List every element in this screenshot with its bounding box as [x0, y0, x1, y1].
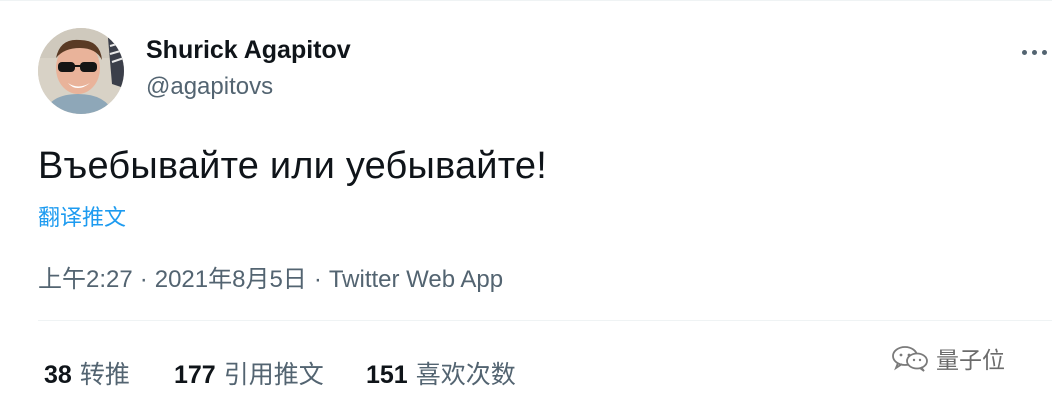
tweet-text: Въебывайте или уебывайте!	[38, 145, 548, 187]
tweet-card: Shurick Agapitov @agapitovs Въебывайте и…	[0, 0, 1052, 404]
quote-tweets-stat[interactable]: 177 引用推文	[174, 355, 324, 391]
tweet-date[interactable]: 2021年8月5日	[155, 266, 307, 293]
more-options-icon	[1042, 49, 1047, 55]
stats-divider	[38, 320, 1052, 321]
author-display-name[interactable]: Shurick Agapitov	[146, 36, 351, 65]
likes-count: 151	[366, 361, 408, 389]
likes-label: 喜欢次数	[415, 361, 516, 389]
tweet-time[interactable]: 上午2:27	[38, 266, 133, 293]
translate-tweet-link[interactable]: 翻译推文	[38, 200, 126, 232]
retweets-count: 38	[44, 361, 72, 389]
watermark: 量子位	[890, 343, 1005, 373]
more-options-icon	[1032, 49, 1037, 55]
quote-tweets-label: 引用推文	[223, 361, 324, 389]
retweets-stat[interactable]: 38 转推	[44, 355, 130, 391]
tweet-source[interactable]: Twitter Web App	[329, 266, 503, 293]
meta-separator: ·	[139, 266, 148, 293]
more-options-button[interactable]	[1022, 40, 1052, 64]
meta-separator: ·	[313, 266, 322, 293]
wechat-logo-icon	[892, 346, 928, 372]
top-divider	[0, 0, 1052, 1]
author-handle[interactable]: @agapitovs	[146, 73, 273, 101]
watermark-text: 量子位	[936, 347, 1005, 373]
retweets-label: 转推	[79, 361, 130, 389]
likes-stat[interactable]: 151 喜欢次数	[366, 355, 516, 391]
tweet-meta: 上午2:27 · 2021年8月5日 · Twitter Web App	[38, 259, 503, 294]
avatar-photo	[38, 28, 124, 114]
quote-tweets-count: 177	[174, 361, 216, 389]
more-options-icon	[1022, 49, 1027, 55]
avatar[interactable]	[38, 28, 124, 114]
